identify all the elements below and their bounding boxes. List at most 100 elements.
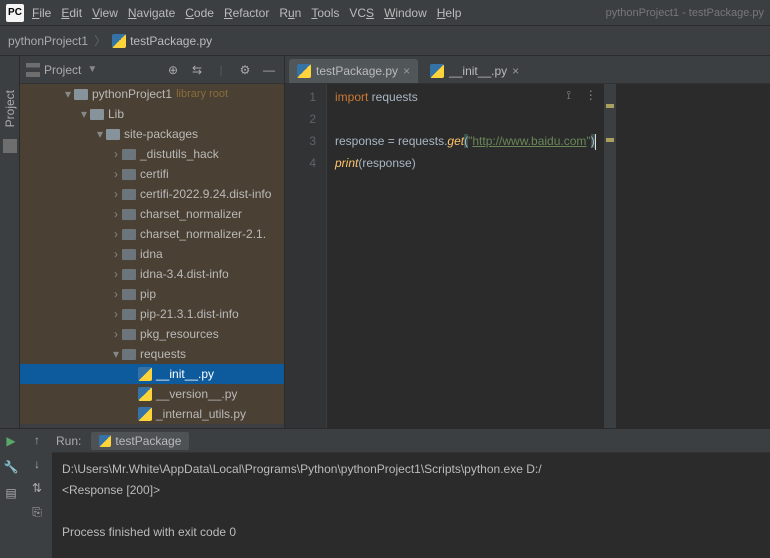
chevron-right-icon: › <box>110 167 122 181</box>
chevron-right-icon: › <box>110 207 122 221</box>
tree-row[interactable]: ›certifi-2022.9.24.dist-info <box>20 184 284 204</box>
code-text: import <box>335 90 368 104</box>
filter-icon[interactable]: ⇅ <box>32 481 42 495</box>
more-icon[interactable]: ⋮ <box>582 86 600 104</box>
tree-row[interactable]: ›charset_normalizer <box>20 204 284 224</box>
divider: | <box>212 61 230 79</box>
folder-icon <box>122 349 136 360</box>
left-tool-strip: Project <box>0 56 20 428</box>
chevron-right-icon: › <box>110 267 122 281</box>
code-editor[interactable]: 1234 import requests response = requests… <box>285 84 770 428</box>
chevron-right-icon: › <box>110 327 122 341</box>
folder-icon <box>122 249 136 260</box>
warning-marker[interactable] <box>606 104 614 108</box>
code-text: print <box>335 156 358 170</box>
editor-tabs: testPackage.py × __init__.py × <box>285 56 770 84</box>
tab-init[interactable]: __init__.py × <box>422 59 527 83</box>
project-view-selector[interactable]: Project ▼ <box>26 63 97 77</box>
menu-view[interactable]: View <box>92 6 118 20</box>
tree-row[interactable]: ›pip <box>20 284 284 304</box>
tree-row[interactable]: ›_distutils_hack <box>20 144 284 164</box>
breadcrumb-sep: 〉 <box>94 32 106 49</box>
export-icon[interactable]: ⎘ <box>32 505 42 520</box>
structure-tool-icon[interactable] <box>3 139 17 153</box>
tree-file-internal[interactable]: _internal_utils.py <box>20 404 284 424</box>
project-header: Project ▼ ⊕ ⇆ | ⚙ — <box>20 56 284 84</box>
error-stripe[interactable] <box>604 84 616 428</box>
line-gutter: 1234 <box>285 84 327 428</box>
run-tab-row: Run: testPackage <box>52 429 770 453</box>
code-text: (response) <box>358 156 415 170</box>
tree-label: site-packages <box>124 127 198 141</box>
menu-window[interactable]: Window <box>384 6 427 20</box>
menu-help[interactable]: Help <box>437 6 462 20</box>
code-content[interactable]: import requests response = requests.get(… <box>327 84 604 428</box>
menu-file[interactable]: File <box>32 6 51 20</box>
menu-refactor[interactable]: Refactor <box>224 6 269 20</box>
folder-icon <box>122 309 136 320</box>
chevron-right-icon: › <box>110 227 122 241</box>
tree-requests[interactable]: ▾requests <box>20 344 284 364</box>
tree-label: pip-21.3.1.dist-info <box>140 307 239 321</box>
folder-icon <box>122 229 136 240</box>
python-file-icon <box>430 64 444 78</box>
chevron-down-icon: ▾ <box>110 347 122 361</box>
menu-navigate[interactable]: Navigate <box>128 6 175 20</box>
collapse-icon[interactable]: — <box>260 61 278 79</box>
python-file-icon <box>297 64 311 78</box>
inspection-icon[interactable]: ⟟ <box>560 86 578 104</box>
tree-row[interactable]: ›pip-21.3.1.dist-info <box>20 304 284 324</box>
tree-row[interactable]: › certifi <box>20 164 284 184</box>
warning-marker[interactable] <box>606 138 614 142</box>
run-icon[interactable]: ▶ <box>3 433 19 449</box>
menu-run[interactable]: Run <box>279 6 301 20</box>
blank-line <box>335 112 338 126</box>
python-file-icon <box>138 367 152 381</box>
tree-site-packages[interactable]: ▾ site-packages <box>20 124 284 144</box>
run-console[interactable]: D:\Users\Mr.White\AppData\Local\Programs… <box>52 453 770 558</box>
menu-edit[interactable]: Edit <box>61 6 82 20</box>
folder-icon <box>122 289 136 300</box>
folder-icon <box>90 109 104 120</box>
breadcrumb-root[interactable]: pythonProject1 <box>8 34 88 48</box>
down-icon[interactable]: ↓ <box>34 457 40 471</box>
chevron-down-icon: ▾ <box>78 107 90 121</box>
menu-tools[interactable]: Tools <box>311 6 339 20</box>
project-header-label: Project <box>44 63 81 77</box>
tree-label: idna-3.4.dist-info <box>140 267 229 281</box>
tree-file-init[interactable]: __init__.py <box>20 364 284 384</box>
close-icon[interactable]: × <box>403 64 410 78</box>
tree-file-version[interactable]: __version__.py <box>20 384 284 404</box>
python-file-icon <box>112 34 126 48</box>
tree-project-root[interactable]: ▾ pythonProject1 library root <box>20 84 284 104</box>
code-text: http://www.baidu.com <box>472 134 586 148</box>
layout-icon[interactable]: ▤ <box>3 485 19 501</box>
project-tool-tab[interactable]: Project <box>1 86 19 131</box>
run-config-tab[interactable]: testPackage <box>91 432 189 450</box>
tree-label: certifi <box>140 167 169 181</box>
tab-testpackage[interactable]: testPackage.py × <box>289 59 418 83</box>
wrench-icon[interactable]: 🔧 <box>3 459 19 475</box>
menu-vcs[interactable]: VCS <box>349 6 374 20</box>
breadcrumb-bar: pythonProject1 〉 testPackage.py <box>0 26 770 56</box>
gear-icon[interactable]: ⚙ <box>236 61 254 79</box>
tree-row[interactable]: ›pkg_resources <box>20 324 284 344</box>
project-tree[interactable]: ▾ pythonProject1 library root ▾ Lib ▾ si… <box>20 84 284 428</box>
code-text: response = requests. <box>335 134 447 148</box>
run-label: Run: <box>56 434 81 448</box>
tree-row[interactable]: ›charset_normalizer-2.1. <box>20 224 284 244</box>
console-line: D:\Users\Mr.White\AppData\Local\Programs… <box>62 462 542 476</box>
chevron-right-icon: › <box>110 247 122 261</box>
tree-label: _internal_utils.py <box>156 407 246 421</box>
tree-row[interactable]: › idna-3.4.dist-info <box>20 264 284 284</box>
tree-row[interactable]: ›idna <box>20 244 284 264</box>
close-icon[interactable]: × <box>512 64 519 78</box>
breadcrumb-file[interactable]: testPackage.py <box>112 34 212 48</box>
tree-label: Lib <box>108 107 124 121</box>
run-tool-window: ▶ 🔧 ▤ ↑ ↓ ⇅ ⎘ Run: testPackage D:\Users\… <box>0 428 770 558</box>
locate-icon[interactable]: ⊕ <box>164 61 182 79</box>
menu-code[interactable]: Code <box>185 6 214 20</box>
up-icon[interactable]: ↑ <box>34 433 40 447</box>
tree-lib[interactable]: ▾ Lib <box>20 104 284 124</box>
expand-all-icon[interactable]: ⇆ <box>188 61 206 79</box>
